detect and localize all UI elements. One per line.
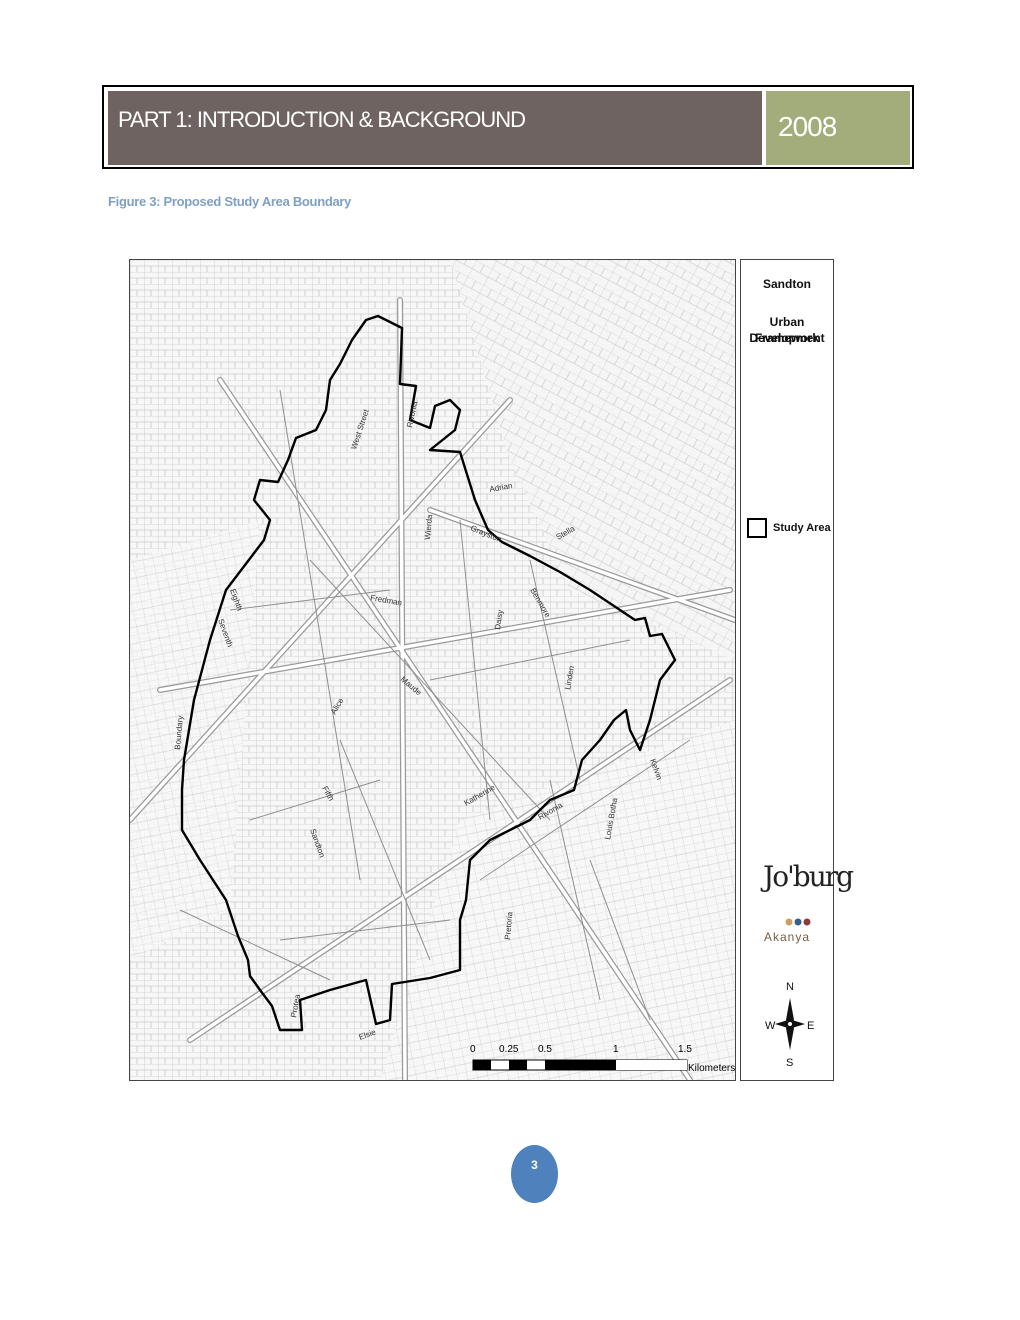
akanya-logo-icon — [785, 918, 811, 926]
compass-east: E — [807, 1020, 814, 1032]
scale-label-1: 1 — [613, 1044, 619, 1055]
scale-label-025: 0.25 — [499, 1044, 519, 1055]
page-section-title: PART 1: INTRODUCTION & BACKGROUND — [118, 107, 526, 132]
study-area-legend-label: Study Area — [773, 522, 831, 534]
legend-panel: Sandton Urban Development Framework Stud… — [740, 259, 854, 1081]
page-number-badge: 3 — [511, 1145, 558, 1203]
scale-label-15: 1.5 — [678, 1044, 692, 1055]
compass-west: W — [765, 1020, 776, 1032]
joburg-logo: Jo'burg — [763, 860, 854, 893]
street-map: West Street Rivonia Grayston Fredman Kat… — [130, 260, 735, 1080]
header-year-box: 2008 — [766, 91, 910, 165]
akanya-logo: Akanya — [763, 930, 811, 944]
scale-label-0: 0 — [470, 1044, 476, 1055]
map-panel: West Street Rivonia Grayston Fredman Kat… — [129, 259, 736, 1081]
figure-caption: Figure 3: Proposed Study Area Boundary — [108, 194, 352, 209]
scale-unit: Kilometers — [688, 1063, 735, 1074]
compass-south: S — [786, 1057, 793, 1069]
legend-title-line1: Sandton — [763, 277, 811, 291]
compass-north: N — [786, 981, 794, 993]
study-area-legend-swatch — [747, 518, 767, 538]
header-frame: PART 1: INTRODUCTION & BACKGROUND 2008 — [102, 85, 914, 169]
page-year: 2008 — [778, 111, 837, 142]
legend-title-line3: Framework — [754, 331, 820, 345]
header-title-box: PART 1: INTRODUCTION & BACKGROUND — [108, 91, 762, 165]
north-arrow-icon: N W E S — [765, 981, 814, 1069]
scale-label-05: 0.5 — [538, 1044, 552, 1055]
